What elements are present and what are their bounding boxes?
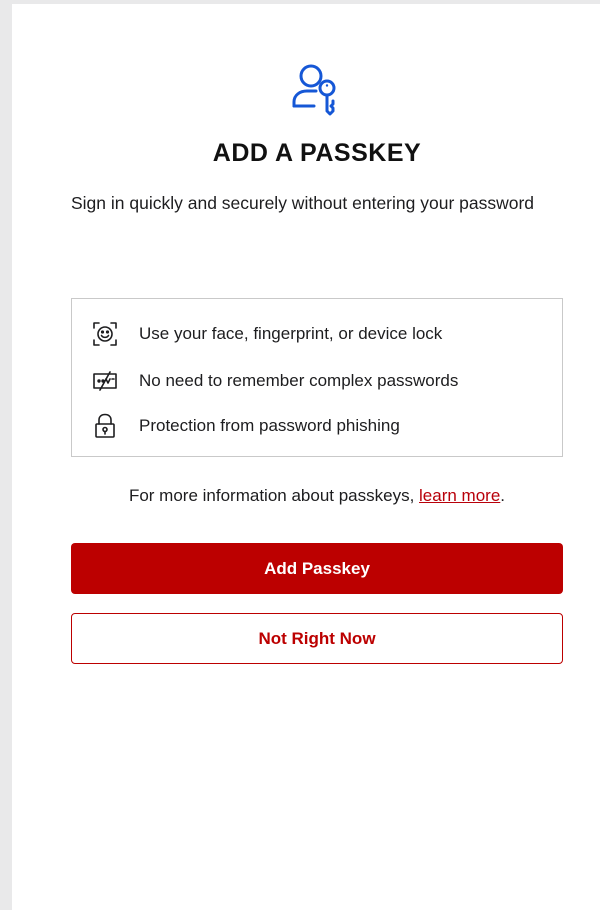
password-dots-icon [90, 366, 120, 396]
info-text: For more information about passkeys, lea… [71, 486, 563, 506]
user-key-icon [290, 62, 344, 118]
page-subtitle: Sign in quickly and securely without ent… [71, 193, 535, 213]
feature-text: Protection from password phishing [139, 416, 400, 435]
feature-item-face: Use your face, fingerprint, or device lo… [90, 319, 442, 349]
passkey-dialog: ADD A PASSKEY Sign in quickly and secure… [12, 4, 600, 910]
feature-item-phishing: Protection from password phishing [90, 411, 400, 441]
feature-item-passwords: No need to remember complex passwords [90, 366, 458, 396]
face-scan-icon [90, 319, 120, 349]
not-right-now-button[interactable]: Not Right Now [71, 613, 563, 664]
info-suffix: . [500, 486, 506, 505]
learn-more-link[interactable]: learn more [419, 486, 500, 505]
add-passkey-button[interactable]: Add Passkey [71, 543, 563, 594]
page-title: ADD A PASSKEY [212, 139, 422, 167]
info-prefix: For more information about passkeys, [128, 486, 420, 505]
feature-list: Use your face, fingerprint, or device lo… [71, 298, 563, 457]
feature-text: No need to remember complex passwords [139, 371, 459, 390]
padlock-icon [90, 411, 120, 441]
feature-text: Use your face, fingerprint, or device lo… [139, 324, 443, 343]
